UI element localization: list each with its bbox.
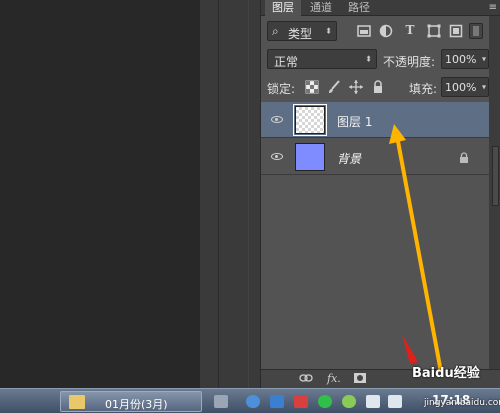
blend-row: 正常 ⬍ 不透明度: 100% ▾	[261, 47, 489, 71]
filter-kind-value: 类型	[288, 27, 313, 41]
tray-app-icon[interactable]	[246, 395, 260, 408]
search-icon: ⌕	[272, 24, 279, 38]
lock-image-pixels-brush-icon[interactable]	[327, 80, 341, 94]
link-icon[interactable]	[299, 372, 313, 387]
watermark-url: jingyan.baidu.com	[424, 398, 500, 408]
tab-channels[interactable]: 通道	[303, 0, 339, 16]
layer-name: 图层 1	[337, 115, 373, 129]
chevron-down-icon[interactable]: ▾	[482, 83, 486, 92]
document-canvas[interactable]	[0, 0, 200, 388]
taskbar-window-label: 01月份(3月)	[105, 398, 168, 411]
eye-icon[interactable]	[271, 153, 283, 160]
blend-mode-dropdown[interactable]: 正常 ⬍	[267, 49, 377, 69]
mask-icon[interactable]	[353, 372, 367, 387]
layer-thumbnail	[293, 104, 327, 136]
scroll-gutter	[200, 0, 260, 388]
tray-flag-icon[interactable]	[294, 395, 308, 408]
network-icon[interactable]	[366, 395, 380, 408]
gutter-divider-2	[248, 0, 249, 388]
filter-kind-dropdown[interactable]: ⌕ 类型 ⬍	[267, 21, 337, 41]
panel-tabs: 图层 通道 路径 ≡	[261, 0, 500, 16]
opacity-label: 不透明度:	[383, 55, 436, 69]
layer-row-layer1[interactable]: 图层 1	[261, 102, 489, 138]
smart-object-filter-icon[interactable]	[449, 24, 463, 38]
fill-label: 填充:	[409, 82, 438, 96]
fill-value: 100%	[445, 81, 477, 94]
folder-icon	[69, 395, 85, 409]
taskbar-window-button[interactable]: 01月份(3月)	[60, 391, 202, 412]
panel-side-strip	[489, 16, 500, 388]
watermark: Baidu经验	[412, 366, 480, 381]
lock-position-move-icon[interactable]	[349, 80, 363, 94]
panel-menu-icon[interactable]: ≡	[489, 2, 497, 13]
type-filter-icon[interactable]: T	[403, 23, 417, 37]
filter-row: ⌕ 类型 ⬍ T	[261, 20, 489, 42]
fill-field[interactable]: 100% ▾	[441, 77, 489, 97]
filter-toggle-switch[interactable]	[469, 23, 483, 39]
lock-row: 锁定: 填充: 100% ▾	[261, 76, 489, 98]
eye-icon[interactable]	[271, 116, 283, 123]
gutter-divider	[218, 0, 219, 388]
lock-all-icon[interactable]	[371, 80, 385, 94]
tray-chat-icon[interactable]	[342, 395, 356, 408]
chevron-updown-icon: ⬍	[365, 54, 372, 64]
layer-thumbnail	[295, 143, 325, 171]
keyboard-icon[interactable]	[214, 395, 228, 408]
shape-filter-icon[interactable]	[427, 24, 441, 38]
layer-name: 背景	[337, 152, 362, 166]
fx-icon[interactable]: fx.	[327, 372, 341, 385]
chevron-updown-icon: ⬍	[325, 26, 332, 36]
opacity-field[interactable]: 100% ▾	[441, 49, 489, 69]
lock-transparent-pixels-icon[interactable]	[305, 80, 319, 94]
blend-mode-value: 正常	[274, 55, 299, 69]
layers-panel: 图层 通道 路径 ≡ ⌕ 类型 ⬍ T 正常 ⬍ 不透明度: 100% ▾ 锁定…	[260, 0, 500, 388]
volume-icon[interactable]	[388, 395, 402, 408]
lock-icon	[459, 152, 469, 167]
lock-label: 锁定:	[267, 82, 296, 96]
tray-security-icon[interactable]	[318, 395, 332, 408]
tab-paths[interactable]: 路径	[341, 0, 377, 16]
tray-package-icon[interactable]	[270, 395, 284, 408]
opacity-value: 100%	[445, 53, 477, 66]
scrollbar-thumb[interactable]	[492, 146, 499, 206]
layers-list: 图层 1 背景	[261, 101, 489, 369]
adjustment-filter-icon[interactable]	[379, 24, 393, 38]
chevron-down-icon[interactable]: ▾	[482, 55, 486, 64]
layer-row-background[interactable]: 背景	[261, 139, 489, 175]
tab-layers[interactable]: 图层	[265, 0, 301, 16]
image-filter-icon[interactable]	[357, 24, 371, 38]
